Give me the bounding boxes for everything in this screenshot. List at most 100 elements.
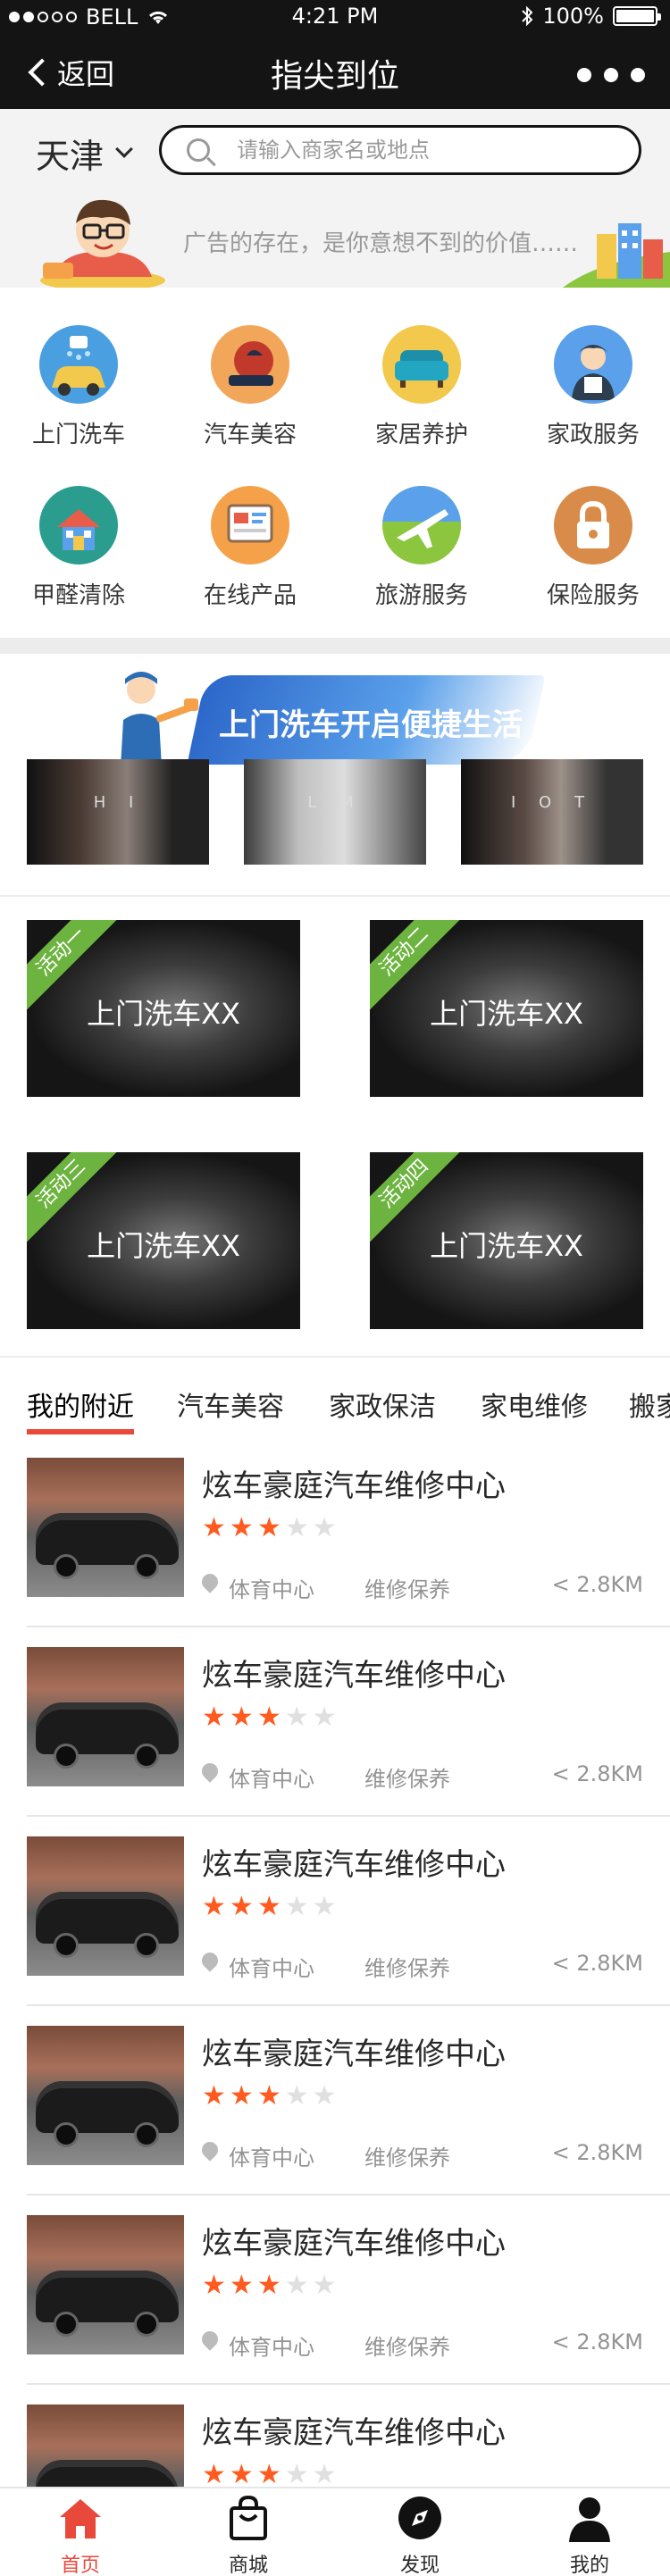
- tabbar-home[interactable]: 首页: [40, 2494, 121, 2576]
- shop-list-item[interactable]: 炫车豪庭汽车维修中心★★★★★体育中心维修保养< 2.8KM: [0, 2195, 670, 2385]
- battery-percent: 100%: [542, 4, 604, 29]
- service-car-wash[interactable]: 上门洗车: [16, 325, 141, 449]
- shop-list-item[interactable]: 炫车豪庭汽车维修中心★★★★★体育中心维修保养< 2.8KM: [0, 1627, 670, 1817]
- more-dot-icon: [604, 68, 618, 82]
- bluetooth-icon: [522, 5, 533, 27]
- star-icon: ★: [229, 2080, 254, 2112]
- service-housekeeping[interactable]: 家政服务: [531, 325, 656, 449]
- shop-location: 体育中心: [229, 1577, 314, 1602]
- shop-name: 炫车豪庭汽车维修中心: [202, 1847, 506, 1883]
- section-gap: [0, 638, 670, 654]
- tab-appliance-repair[interactable]: 家电维修: [481, 1384, 588, 1424]
- wheel-shape: [54, 1554, 79, 1579]
- shop-list-item[interactable]: 炫车豪庭汽车维修中心★★★★★体育中心维修保养< 2.8KM: [0, 1438, 670, 1627]
- wheel-shape: [54, 1933, 79, 1958]
- city-selector[interactable]: 天津: [36, 129, 133, 178]
- shop-distance: < 2.8KM: [551, 1761, 643, 1786]
- search-box[interactable]: [159, 125, 641, 175]
- divider: [0, 895, 670, 897]
- wheel-shape: [54, 2312, 79, 2337]
- slogan-text: 广告的存在，是你意想不到的价值……: [183, 230, 579, 257]
- promo-thumb-2[interactable]: L M: [244, 759, 426, 865]
- star-icon: ★: [312, 1512, 337, 1543]
- service-label: 甲醛清除: [31, 582, 125, 609]
- compass-icon: [396, 2494, 444, 2542]
- shopping-bag-icon: [224, 2494, 272, 2542]
- tab-cleaning[interactable]: 家政保洁: [329, 1384, 436, 1424]
- tab-nearby[interactable]: 我的附近: [27, 1384, 134, 1424]
- housekeeping-icon: [554, 325, 632, 404]
- promo-thumb-1[interactable]: H I: [27, 759, 209, 865]
- promo-section: 上门洗车开启便捷生活 H I L M I O T: [0, 654, 670, 895]
- shop-category: 维修保养: [364, 2335, 450, 2360]
- star-icon: ★: [312, 1702, 337, 1733]
- page-title: 指尖到位: [270, 58, 399, 95]
- activity-card-2[interactable]: 活动二 上门洗车XX: [370, 920, 643, 1097]
- star-icon: ★: [284, 1512, 309, 1543]
- service-grid: 上门洗车 汽车美容 家居养护 家政服务 甲醛清除 在线产品 旅游服务 保险服务: [0, 288, 670, 638]
- service-label: 在线产品: [203, 582, 297, 609]
- home-icon: [56, 2494, 105, 2542]
- location-pin-icon: [198, 2138, 222, 2162]
- shop-distance: < 2.8KM: [551, 2329, 643, 2354]
- service-label: 汽车美容: [203, 422, 297, 448]
- activity-card-4[interactable]: 活动四 上门洗车XX: [370, 1152, 643, 1329]
- shop-distance: < 2.8KM: [551, 2140, 643, 2165]
- shop-photo: [27, 1647, 184, 1786]
- thumb-letters: I O T: [511, 793, 593, 812]
- rating-stars: ★ ★ ★ ★ ★: [202, 2083, 337, 2110]
- wheel-shape: [134, 1554, 159, 1579]
- shop-list-item[interactable]: 炫车豪庭汽车维修中心★★★★★体育中心维修保养< 2.8KM: [0, 2006, 670, 2195]
- shop-list-item[interactable]: 炫车豪庭汽车维修中心★★★★★体育中心维修保养< 2.8KM: [0, 1817, 670, 2006]
- service-online-product[interactable]: 在线产品: [188, 486, 313, 610]
- rating-stars: ★ ★ ★ ★ ★: [202, 1515, 337, 1542]
- location-pin-icon: [198, 1570, 222, 1593]
- plane-icon: [382, 486, 461, 565]
- tabbar-label: 我的: [569, 2555, 609, 2576]
- promo-thumb-3[interactable]: I O T: [461, 759, 643, 865]
- tab-car-beauty[interactable]: 汽车美容: [177, 1384, 284, 1424]
- service-car-beauty[interactable]: 汽车美容: [188, 325, 313, 449]
- online-product-icon: [211, 486, 289, 565]
- top-bar: BELL 4:21 PM 100% 返回 指尖到位: [0, 0, 670, 109]
- battery-fill: [616, 10, 654, 22]
- formaldehyde-icon: [39, 486, 118, 565]
- shop-location: 体育中心: [229, 2335, 314, 2360]
- star-icon: ★: [202, 1702, 226, 1733]
- shop-photo: [27, 2215, 184, 2354]
- service-home-care[interactable]: 家居养护: [359, 325, 484, 449]
- star-icon: ★: [229, 2270, 254, 2301]
- star-icon: ★: [229, 1512, 254, 1543]
- city-buildings-illustration: [563, 223, 670, 288]
- service-label: 保险服务: [546, 582, 640, 609]
- tabbar-discover[interactable]: 发现: [380, 2494, 460, 2576]
- wheel-shape: [134, 1744, 159, 1769]
- star-icon: ★: [284, 1702, 309, 1733]
- star-icon: ★: [202, 2459, 226, 2490]
- activity-card-3[interactable]: 活动三 上门洗车XX: [27, 1152, 300, 1329]
- chevron-down-icon: [115, 139, 133, 158]
- star-icon: ★: [202, 2080, 226, 2112]
- service-formaldehyde[interactable]: 甲醛清除: [16, 486, 141, 610]
- location-pin-icon: [198, 1949, 222, 1972]
- service-insurance[interactable]: 保险服务: [531, 486, 656, 610]
- service-travel[interactable]: 旅游服务: [359, 486, 484, 610]
- star-icon: ★: [256, 1891, 281, 1922]
- star-icon: ★: [312, 1891, 337, 1922]
- shop-category: 维修保养: [364, 1956, 450, 1981]
- activity-card-1[interactable]: 活动一 上门洗车XX: [27, 920, 300, 1097]
- star-icon: ★: [312, 2459, 337, 2490]
- more-button[interactable]: [577, 68, 645, 82]
- shop-name: 炫车豪庭汽车维修中心: [202, 2037, 506, 2072]
- shop-category: 维修保养: [364, 1577, 450, 1602]
- star-icon: ★: [229, 1702, 254, 1733]
- tabbar-mall[interactable]: 商城: [208, 2494, 289, 2576]
- star-icon: ★: [202, 1891, 226, 1922]
- tab-moving[interactable]: 搬家: [629, 1384, 670, 1424]
- search-input[interactable]: [237, 138, 594, 163]
- wheel-shape: [54, 2122, 79, 2147]
- tabbar-me[interactable]: 我的: [549, 2494, 630, 2576]
- activity-name: 上门洗车XX: [87, 997, 240, 1031]
- service-label: 旅游服务: [374, 582, 468, 609]
- thumb-letters: L M: [307, 793, 363, 812]
